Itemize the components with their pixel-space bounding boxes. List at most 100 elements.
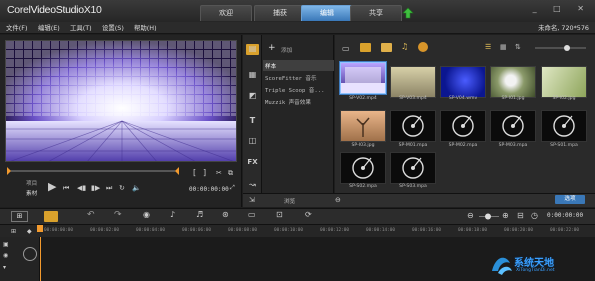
menu-settings[interactable]: 设置(S) [102, 23, 124, 32]
video-track-icon [23, 247, 37, 261]
mode-project[interactable]: 项目 [26, 179, 37, 187]
track-expand-icon[interactable]: ▾ [3, 264, 6, 271]
add-folder-icon[interactable]: + [268, 43, 276, 53]
list-view-icon[interactable]: ☰ [485, 43, 491, 51]
upload-icon[interactable] [402, 7, 414, 19]
search-media-icon[interactable] [418, 42, 428, 52]
chapter-point-icon[interactable]: ◆ [27, 228, 32, 235]
browse-icon[interactable]: ⇲ [249, 196, 255, 204]
ruler-tick: 00:00:16:00 [412, 228, 442, 233]
media-thumb-sp-m02[interactable] [440, 110, 486, 142]
track-visibility-icon[interactable]: ◉ [3, 252, 8, 259]
fit-project-icon[interactable]: ⊟ [517, 211, 524, 220]
menu-help[interactable]: 帮助(H) [134, 23, 157, 32]
graphic-icon[interactable]: ◫ [246, 136, 259, 147]
enlarge-icon[interactable]: ⤢ [230, 184, 235, 192]
volume-icon[interactable]: 🔈 [132, 184, 141, 192]
folder-item-samples[interactable]: 样本 [265, 62, 276, 70]
media-category-icon[interactable]: ▤ [246, 44, 259, 55]
media-thumb-sp-m01[interactable] [390, 110, 436, 142]
auto-music-icon[interactable]: ♬ [196, 210, 203, 219]
playhead-marker[interactable] [37, 225, 43, 232]
zoom-in-icon[interactable]: ⊕ [502, 211, 509, 220]
zoom-slider[interactable] [478, 212, 500, 221]
mark-out-button[interactable]: ] [203, 168, 206, 177]
tab-capture[interactable]: 捕获 [254, 5, 306, 21]
timeline-timecode[interactable]: 0:00:00:00 [547, 212, 583, 219]
thumbnail-size-slider[interactable] [533, 43, 588, 53]
logo-product: VideoStudio [30, 4, 84, 16]
record-capture-icon[interactable]: ◉ [143, 210, 150, 219]
window-controls[interactable]: _ □ ✕ [533, 4, 591, 13]
mark-in-button[interactable]: [ [193, 168, 196, 177]
thumbnail-view-icon[interactable]: ▦ [500, 43, 507, 51]
title-icon[interactable]: T [246, 116, 259, 127]
media-caption: SP-V04.wmv [448, 96, 478, 101]
menu-tools[interactable]: 工具(T) [70, 23, 92, 32]
preview-timecode[interactable]: 00:00:00:00 [189, 186, 229, 193]
ruler-tick: 00:00:14:00 [366, 228, 396, 233]
subtitle-editor-icon[interactable]: ▭ [248, 210, 256, 219]
show-video-icon[interactable] [360, 43, 371, 52]
timeline-view-icon[interactable] [44, 211, 58, 222]
browse-label[interactable]: 浏览 [284, 197, 295, 205]
instant-project-icon[interactable]: ▦ [246, 70, 259, 81]
media-thumb-sp-s02[interactable] [340, 152, 386, 184]
show-audio-icon[interactable]: ♫ [401, 42, 408, 51]
media-caption: SP-S02.mpa [349, 184, 377, 189]
filter-icon[interactable]: FX [246, 158, 259, 169]
folder-item-triplescoop[interactable]: Triple Scoop 音... [265, 86, 324, 94]
watermark-text: 系统天地 [514, 258, 554, 269]
media-thumb-sp-s03[interactable] [390, 152, 436, 184]
redo-icon[interactable]: ↷ [114, 210, 122, 220]
media-thumb-sp-v02[interactable] [340, 62, 386, 94]
trim-start-marker[interactable] [7, 167, 11, 175]
split-clip-icon[interactable]: ✂ [216, 169, 222, 177]
track-manager-icon[interactable]: ⊞ [11, 228, 16, 235]
folder-item-scorefitter[interactable]: ScoreFitter 音乐 [265, 74, 317, 82]
home-icon[interactable]: ⏮ [63, 184, 69, 193]
media-caption: SP-I03.jpg [351, 143, 375, 148]
folder-item-muzzik[interactable]: Muzzik 声音效果 [265, 98, 311, 106]
show-photo-icon[interactable] [381, 43, 392, 52]
multi-camera-icon[interactable]: ⊡ [276, 210, 283, 219]
media-thumb-sp-i03[interactable] [340, 110, 386, 142]
menu-file[interactable]: 文件(F) [6, 23, 27, 32]
copy-icon[interactable]: ⧉ [228, 169, 233, 178]
undo-icon[interactable]: ↶ [87, 210, 95, 220]
media-thumb-sp-m03[interactable] [490, 110, 536, 142]
media-thumb-sp-i02[interactable] [541, 66, 587, 98]
ruler-tick: 00:00:08:00 [228, 228, 258, 233]
media-thumb-sp-i01[interactable] [490, 66, 536, 98]
menu-edit[interactable]: 编辑(E) [38, 23, 60, 32]
tab-edit[interactable]: 编辑 [301, 5, 353, 21]
collapse-icon[interactable]: ⊖ [335, 196, 341, 204]
mode-clip[interactable]: 素材 [26, 189, 37, 197]
sort-icon[interactable]: ⇅ [515, 43, 521, 51]
motion-tracking-icon[interactable]: ⊛ [222, 210, 229, 219]
storyboard-view-icon[interactable]: ⊞ [11, 211, 28, 222]
zoom-out-icon[interactable]: ⊖ [467, 211, 474, 220]
end-icon[interactable]: ⏭ [106, 184, 112, 193]
track-lock-icon[interactable]: ▣ [3, 241, 9, 248]
time-remap-icon[interactable]: ⟳ [305, 210, 312, 219]
media-thumb-sp-v03[interactable] [390, 66, 436, 98]
tab-welcome[interactable]: 欢迎 [200, 5, 252, 21]
repeat-icon[interactable]: ↻ [119, 184, 125, 192]
tab-share[interactable]: 共享 [350, 5, 402, 21]
options-button[interactable]: 选项 [555, 195, 585, 204]
transition-icon[interactable]: ◩ [246, 91, 259, 102]
media-thumb-sp-v04[interactable] [440, 66, 486, 98]
prev-frame-icon[interactable]: ◀▮ [77, 184, 86, 192]
import-folder-icon[interactable]: ▭ [342, 44, 350, 53]
trim-end-marker[interactable] [175, 167, 179, 175]
sound-mixer-icon[interactable]: ♪ [170, 210, 175, 219]
media-caption: SP-M02.mpa [448, 143, 478, 148]
path-icon[interactable]: ↝ [246, 180, 259, 191]
next-frame-icon[interactable]: ▮▶ [91, 184, 100, 192]
play-icon[interactable]: ▶ [48, 180, 56, 193]
audio-file-icon [402, 115, 424, 137]
add-folder-label[interactable]: 添加 [281, 46, 292, 54]
ruler-tick: 00:00:06:00 [182, 228, 212, 233]
media-thumb-sp-s01[interactable] [541, 110, 587, 142]
